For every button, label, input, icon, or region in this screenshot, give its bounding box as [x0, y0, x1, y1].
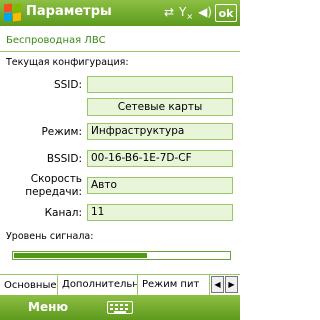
mode-label: Режим:	[41, 126, 82, 138]
signal-level-fill	[14, 253, 147, 258]
speed-label-line1: Скорость	[30, 173, 82, 185]
network-cards-button[interactable]: Сетевые карты	[87, 98, 233, 116]
tab-power-mode[interactable]: Режим пит	[138, 275, 210, 295]
speaker-icon[interactable]: ◀)	[198, 5, 212, 21]
window-title: Параметры	[26, 4, 112, 19]
ssid-field[interactable]	[87, 76, 233, 93]
ssid-label: SSID:	[53, 79, 82, 91]
channel-field[interactable]: 11	[87, 204, 233, 221]
channel-label: Канал:	[44, 207, 82, 219]
signal-off-icon[interactable]: Y✕	[179, 5, 193, 21]
menu-softkey[interactable]: Меню	[28, 300, 68, 314]
tab-scroll-right-icon[interactable]: ▶	[225, 276, 238, 293]
keyboard-icon[interactable]	[107, 301, 133, 314]
bssid-label: BSSID:	[46, 153, 82, 165]
current-config-label: Текущая конфигурация:	[6, 57, 129, 68]
tab-basic[interactable]: Основные	[0, 275, 58, 295]
divider	[0, 51, 240, 52]
mode-field[interactable]: Инфраструктура	[87, 123, 233, 140]
soft-key-bar: Меню	[0, 295, 240, 320]
title-bar: Параметры ⇄ Y✕ ◀) ok	[0, 0, 240, 26]
signal-level-label: Уровень сигнала:	[6, 231, 94, 242]
page-title: Беспроводная ЛВС	[6, 35, 106, 46]
sync-icon[interactable]: ⇄	[164, 5, 174, 21]
page-subheader: Беспроводная ЛВС	[0, 26, 240, 53]
tab-scroll-left-icon[interactable]: ◀	[211, 276, 224, 293]
speed-field[interactable]: Авто	[87, 177, 233, 194]
tab-advanced[interactable]: Дополнительно	[58, 275, 138, 295]
tab-strip: Основные Дополнительно Режим пит ◀ ▶	[0, 274, 240, 295]
bssid-field[interactable]: 00-16-B6-1E-7D-CF	[87, 150, 233, 167]
windows-start-icon[interactable]	[3, 3, 23, 23]
ok-button[interactable]: ok	[215, 4, 237, 22]
signal-level-bar	[12, 251, 231, 260]
speed-label-line2: передачи:	[25, 186, 82, 198]
